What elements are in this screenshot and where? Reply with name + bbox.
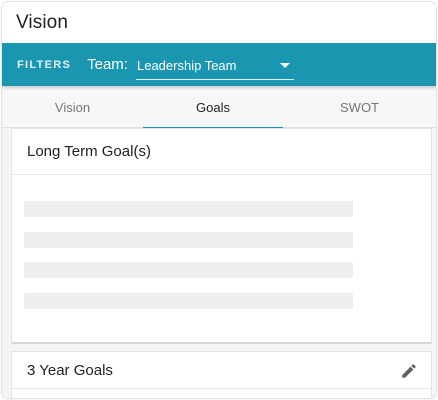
team-label: Team:: [87, 56, 128, 73]
panel-title: Vision: [16, 11, 69, 33]
pencil-edit-icon: [402, 364, 416, 378]
team-select-value: Leadership Team: [136, 57, 237, 73]
filters-bar: FILTERS Team: Leadership Team: [2, 43, 436, 86]
dropdown-caret-icon: [279, 62, 290, 68]
long-term-goals-card: Long Term Goal(s): [11, 128, 432, 344]
card-title: 3 Year Goals: [27, 361, 113, 379]
vision-panel: Vision FILTERS Team: Leadership Team Vis…: [2, 2, 436, 398]
edit-button[interactable]: [399, 361, 419, 381]
card-header: 3 Year Goals: [12, 352, 431, 389]
tab-goals[interactable]: Goals: [143, 86, 283, 129]
tab-label: Vision: [54, 99, 91, 115]
tab-vision[interactable]: Vision: [2, 86, 143, 128]
loading-placeholder-line: [24, 201, 353, 217]
loading-placeholder-line: [24, 232, 353, 248]
loading-placeholder-line: [24, 262, 353, 278]
tab-content: Long Term Goal(s) 3 Year Goals: [2, 128, 436, 398]
tab-label: Goals: [196, 99, 230, 115]
panel-header: Vision: [2, 2, 436, 43]
team-select[interactable]: Leadership Team: [135, 50, 294, 80]
tab-label: SWOT: [340, 99, 379, 115]
filters-label: FILTERS: [17, 58, 72, 71]
tab-swot[interactable]: SWOT: [283, 86, 436, 128]
tab-bar: Vision Goals SWOT: [2, 86, 436, 129]
three-year-goals-card: 3 Year Goals: [11, 351, 432, 398]
card-header: Long Term Goal(s): [12, 129, 431, 175]
loading-placeholder-line: [24, 293, 353, 309]
card-title: Long Term Goal(s): [27, 143, 151, 160]
